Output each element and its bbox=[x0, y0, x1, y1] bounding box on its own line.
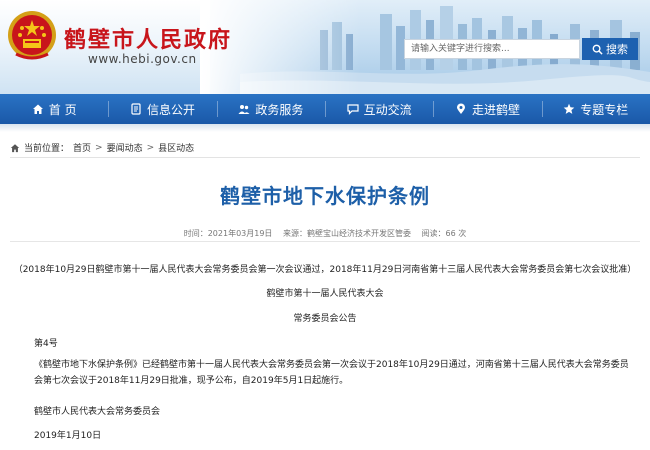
breadcrumb-separator: > bbox=[146, 142, 155, 153]
article-title: 鹤壁市地下水保护条例 bbox=[220, 184, 430, 208]
search-icon bbox=[592, 44, 603, 55]
nav-item-special-topics[interactable]: 专题专栏 bbox=[541, 94, 650, 124]
home-icon bbox=[10, 143, 20, 152]
breadcrumb-label: 当前位置： bbox=[24, 144, 70, 154]
nav-item-info-disclosure[interactable]: 信息公开 bbox=[108, 94, 216, 124]
people-icon bbox=[238, 105, 250, 114]
article-meta: 时间：2021年03月19日 来源：鹤壁宝山经济技术开发区管委 阅读：66 次 bbox=[10, 228, 640, 242]
nav-item-label: 信息公开 bbox=[146, 102, 195, 117]
breadcrumb: 当前位置： 首页 > 要闻动态 > 县区动态 bbox=[10, 138, 640, 158]
nav-item-label: 互动交流 bbox=[363, 102, 412, 117]
nav-item-label: 走进鹤壁 bbox=[471, 102, 520, 117]
site-title: 鹤壁市人民政府 bbox=[64, 27, 233, 53]
site-url: www.hebi.gov.cn bbox=[88, 52, 197, 66]
nav-item-label: 政务服务 bbox=[255, 102, 304, 117]
article-source: 来源：鹤壁宝山经济技术开发区管委 bbox=[282, 229, 411, 238]
nav-item-gov-services[interactable]: 政务服务 bbox=[216, 94, 325, 124]
article-paragraph: 鹤壁市人民代表大会常务委员会 bbox=[34, 407, 161, 417]
breadcrumb-link-home[interactable]: 首页 bbox=[73, 141, 91, 154]
pin-icon bbox=[456, 103, 465, 114]
document-icon bbox=[131, 103, 141, 115]
search-input[interactable] bbox=[404, 39, 580, 59]
article-time: 时间：2021年03月19日 bbox=[183, 229, 273, 238]
article-paragraph: 鹤壁市第十一届人民代表大会 bbox=[266, 289, 384, 299]
search-button-label: 搜索 bbox=[606, 44, 628, 56]
article-paragraph: 常务委员会公告 bbox=[293, 314, 357, 324]
nav-item-label: 专题专栏 bbox=[580, 102, 629, 117]
article-paragraph: 2019年1月10日 bbox=[34, 431, 102, 441]
breadcrumb-separator: > bbox=[95, 142, 103, 153]
breadcrumb-link-county-news[interactable]: 县区动态 bbox=[158, 141, 194, 154]
article-paragraph: 《鹤壁市地下水保护条例》已经鹤壁市第十一届人民代表大会常务委员会第一次会议于20… bbox=[34, 360, 629, 386]
site-header: 鹤壁市人民政府 www.hebi.gov.cn 搜索 bbox=[0, 0, 650, 94]
star-icon bbox=[563, 103, 575, 114]
home-icon bbox=[32, 104, 43, 114]
article-paragraph: 第4号 bbox=[34, 339, 58, 349]
nav-item-home[interactable]: 首 页 bbox=[0, 94, 108, 124]
breadcrumb-link-news[interactable]: 要闻动态 bbox=[107, 141, 143, 154]
nav-item-label: 首 页 bbox=[48, 102, 77, 117]
search-button[interactable]: 搜索 bbox=[582, 38, 638, 60]
article-paragraph: （2018年10月29日鹤壁市第十一届人民代表大会常务委员会第一次会议通过，20… bbox=[13, 265, 637, 275]
article-views: 阅读：66 次 bbox=[421, 229, 467, 238]
main-nav: 首 页 信息公开 政务服务 互动交流 走进鹤壁 专题专栏 bbox=[0, 94, 650, 124]
national-emblem-icon bbox=[8, 11, 56, 60]
nav-shadow bbox=[0, 124, 650, 132]
chat-icon bbox=[347, 104, 359, 115]
nav-item-about-hebi[interactable]: 走进鹤壁 bbox=[433, 94, 541, 124]
nav-item-interaction[interactable]: 互动交流 bbox=[324, 94, 433, 124]
